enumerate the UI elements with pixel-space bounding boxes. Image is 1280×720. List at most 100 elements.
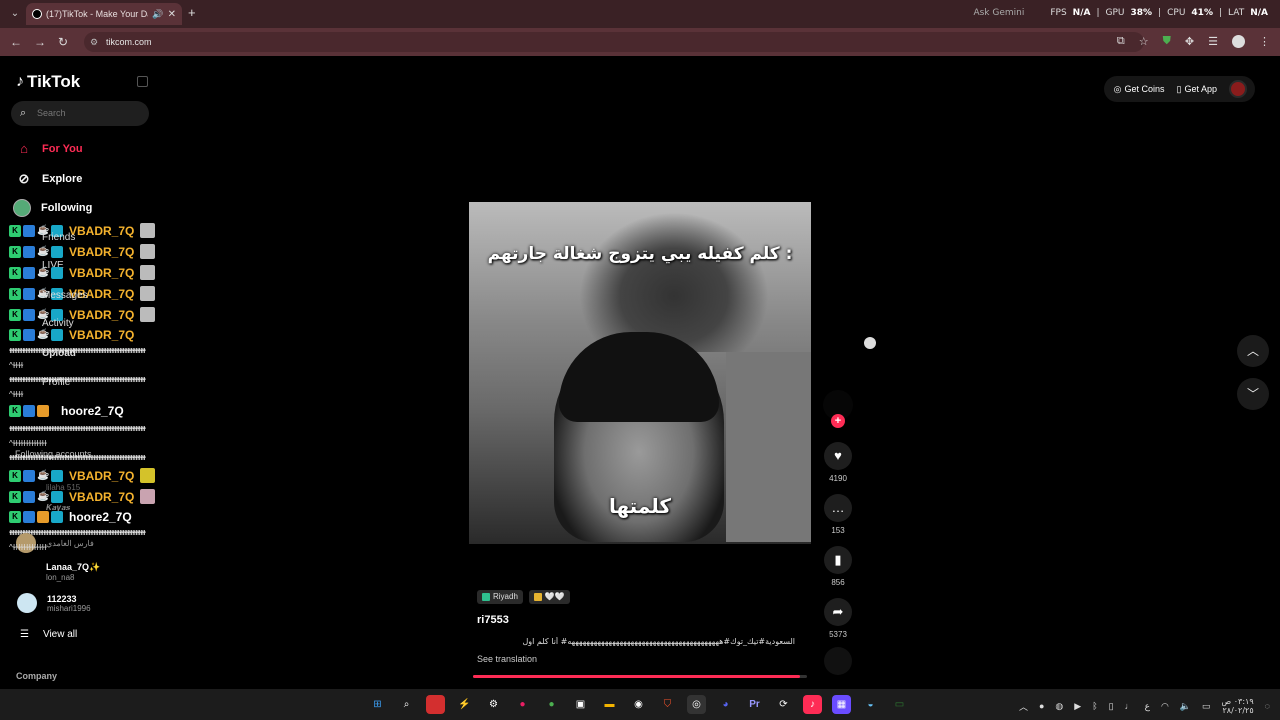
nav-following[interactable]: Following	[13, 199, 92, 217]
app-refresh-icon[interactable]: ⟳	[774, 695, 793, 714]
collapse-sidebar-icon[interactable]	[137, 76, 148, 87]
heart-icon[interactable]: ♥	[824, 442, 852, 470]
view-all-link[interactable]: ☰ View all	[20, 629, 77, 640]
app-pink-icon[interactable]: ●	[513, 695, 532, 714]
video-author[interactable]: ri7553	[477, 614, 509, 626]
user-avatar[interactable]	[1229, 80, 1247, 98]
get-app-button[interactable]: ▯ Get App	[1177, 84, 1217, 95]
reading-list-icon[interactable]: ☰	[1208, 35, 1218, 48]
browser-tab[interactable]: (17)TikTok - Make Your Day 🔊 ✕	[26, 3, 182, 25]
get-coins-button[interactable]: ◎ Get Coins	[1114, 84, 1165, 95]
cpu-value: 41%	[1191, 8, 1213, 18]
top-right-actions: ◎ Get Coins ▯ Get App	[1103, 76, 1255, 102]
brave-browser-icon[interactable]: ⛉	[658, 695, 677, 714]
tray-mic-icon[interactable]: ♩	[1125, 701, 1134, 711]
account-handle: فارس الغامدي	[46, 538, 94, 548]
tray-network-app-icon[interactable]: ◍	[1055, 701, 1063, 712]
new-tab-button[interactable]: +	[188, 5, 196, 20]
tiktok-app-icon[interactable]: ♪	[803, 695, 822, 714]
nav-friends[interactable]: Friends	[42, 232, 75, 243]
following-avatar	[13, 199, 31, 217]
chrome-icon[interactable]: ◎	[687, 695, 706, 714]
url-field[interactable]: ⚙ tikcom.com	[84, 32, 1144, 52]
clock[interactable]: ٠٣:١٩ ص ٢٨/٠٢/٢٥	[1222, 697, 1254, 715]
adblock-shield-icon[interactable]: ⛊	[1163, 35, 1171, 48]
video-palm-tree	[579, 212, 769, 352]
nav-messages[interactable]: Messages	[42, 290, 88, 301]
location-tag[interactable]: Riyadh	[477, 590, 523, 604]
tiktok-logo[interactable]: ♪ TikTok	[16, 72, 80, 92]
app-red-icon[interactable]	[426, 695, 445, 714]
tray-app-icon[interactable]: ●	[1039, 701, 1044, 711]
nav-explore[interactable]: ⊘ Explore	[16, 171, 83, 187]
save-action[interactable]: ▮ 856	[822, 546, 854, 587]
tray-battery-icon[interactable]: ▯	[1109, 701, 1114, 712]
tray-wifi-icon[interactable]: ◠	[1161, 701, 1169, 712]
browser-menu-icon[interactable]: ⋮	[1259, 35, 1270, 48]
speaker-icon[interactable]: 🔊	[152, 9, 163, 20]
windows-start-icon[interactable]: ⊞	[368, 695, 387, 714]
back-arrow-icon[interactable]: ←	[10, 35, 22, 49]
tab-search-button[interactable]: ⌄	[6, 5, 24, 23]
bookmark-icon[interactable]: ▮	[824, 546, 852, 574]
glitch-caret: ^ɫɫɫɫ	[9, 390, 24, 399]
tray-power-icon[interactable]: ▭	[1202, 701, 1211, 712]
share-arrow-icon[interactable]: ➦	[824, 598, 852, 626]
video-caption-top: كلم كفيله يبي يتزوج شغالة جارتهم :	[487, 244, 793, 264]
follow-plus-icon[interactable]: +	[831, 414, 845, 428]
tray-expand-icon[interactable]: ︿	[1019, 700, 1028, 713]
profile-avatar[interactable]	[1232, 35, 1245, 48]
settings-gear-icon[interactable]: ⚙	[484, 695, 503, 714]
app-grid-icon[interactable]: ▦	[832, 695, 851, 714]
spam-thumbnail	[140, 265, 156, 280]
tray-bluetooth-icon[interactable]: ᛒ	[1092, 701, 1097, 711]
next-video-chevron-down-icon[interactable]: ﹀	[1237, 378, 1269, 410]
like-action[interactable]: ♥ 4190	[822, 442, 854, 483]
bookmark-star-icon[interactable]: ☆	[1139, 35, 1149, 48]
fps-value: N/A	[1072, 8, 1091, 18]
install-app-icon[interactable]: ⧉	[1117, 35, 1125, 48]
home-icon: ⌂	[20, 141, 28, 156]
lightning-app-icon[interactable]: ⚡	[455, 695, 474, 714]
glitch-text-line: ɫɫɫɫɫɫɫɫɫɫɫɫɫɫɫɫɫɫɫɫɫɫɫɫɫɫɫɫɫɫɫɫɫɫɫɫɫɫɫɫ…	[9, 426, 146, 432]
tray-play-icon[interactable]: ▶	[1074, 701, 1081, 712]
nav-upload[interactable]: Upload	[42, 348, 76, 359]
emoji-tag[interactable]: 🤍🤍	[528, 590, 570, 604]
discord-icon[interactable]: ◕	[716, 695, 735, 714]
search-input[interactable]: ⌕ Search	[11, 101, 149, 126]
language-indicator[interactable]: ع	[1145, 701, 1150, 712]
app-terminal-icon[interactable]: ▭	[890, 695, 909, 714]
account-item[interactable]: Lanaa_7Q✨ lon_na8	[16, 562, 100, 582]
system-tray: ︿ ● ◍ ▶ ᛒ ▯ ♩ ع ◠ 🔈 ▭ ٠٣:١٩ ص ٢٨/٠٢/٢٥ ◌	[1019, 697, 1270, 715]
nav-profile[interactable]: Profile	[42, 377, 70, 388]
spam-thumbnail	[140, 489, 156, 504]
comment-action[interactable]: … 153	[822, 494, 854, 535]
file-explorer-icon[interactable]: ▬	[600, 695, 619, 714]
steam-icon[interactable]: ◒	[861, 695, 880, 714]
site-info-icon[interactable]: ⚙	[90, 32, 98, 52]
notifications-icon[interactable]: ◌	[1265, 701, 1270, 711]
app-photo-icon[interactable]: ▣	[571, 695, 590, 714]
app-target-icon[interactable]: ◉	[629, 695, 648, 714]
extensions-icon[interactable]: ✥	[1185, 35, 1194, 48]
reload-icon[interactable]: ↻	[58, 35, 68, 49]
browser-tab-bar: ⌄ (17)TikTok - Make Your Day 🔊 ✕ + Ask G…	[0, 0, 1280, 28]
spam-name: VBADR_7Q	[69, 328, 135, 342]
tray-volume-icon[interactable]: 🔈	[1180, 701, 1191, 712]
see-translation-link[interactable]: See translation	[477, 654, 537, 664]
video-progress-bar[interactable]	[473, 675, 807, 678]
comment-icon[interactable]: …	[824, 494, 852, 522]
company-link[interactable]: Company	[16, 671, 57, 681]
music-disc-icon[interactable]	[824, 647, 852, 675]
video-player[interactable]: كلم كفيله يبي يتزوج شغالة جارتهم : كلمته…	[469, 202, 811, 544]
previous-video-chevron-up-icon[interactable]: ︿	[1237, 335, 1269, 367]
app-green-icon[interactable]: ●	[542, 695, 561, 714]
forward-arrow-icon[interactable]: →	[34, 35, 46, 49]
spam-username-row: K ☕ VBADR_7Q	[9, 223, 156, 238]
tab-close-icon[interactable]: ✕	[168, 9, 176, 20]
account-item[interactable]: 112233 mishari1996	[17, 593, 91, 613]
search-icon[interactable]: ⌕	[397, 695, 416, 714]
nav-for-you[interactable]: ⌂ For You	[16, 141, 82, 156]
premiere-icon[interactable]: Pr	[745, 695, 764, 714]
share-action[interactable]: ➦ 5373	[822, 598, 854, 639]
